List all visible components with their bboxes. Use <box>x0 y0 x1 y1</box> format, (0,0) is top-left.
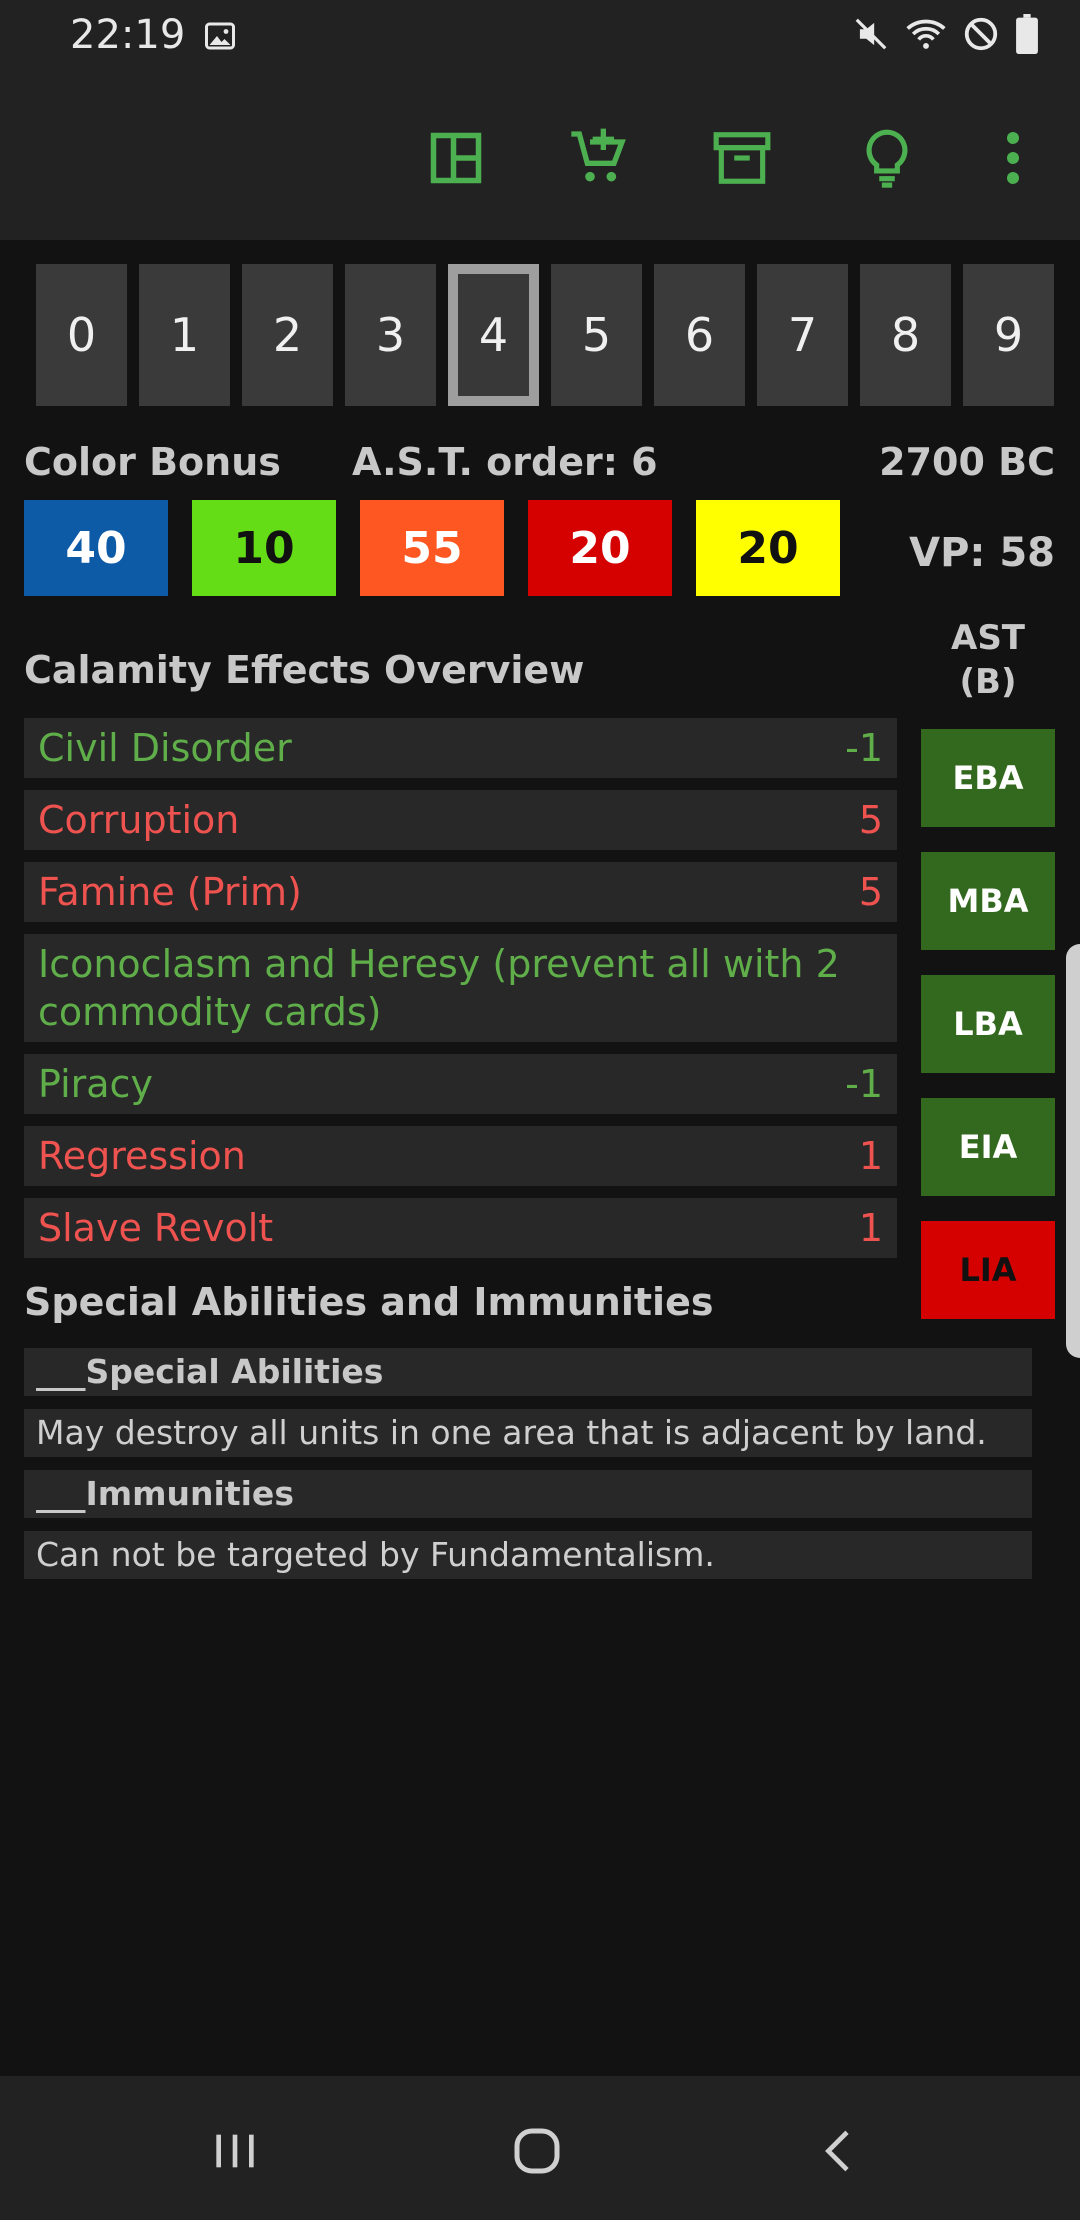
color-bonus-red: 20 <box>528 500 672 596</box>
ast-eba-button[interactable]: EBA <box>921 729 1055 827</box>
ast-eia-button[interactable]: EIA <box>921 1098 1055 1196</box>
do-not-disturb-icon <box>962 15 1000 57</box>
ast-lia-button[interactable]: LIA <box>921 1221 1055 1319</box>
recents-icon[interactable] <box>190 2116 280 2186</box>
calamity-row: Regression 1 <box>24 1126 897 1186</box>
lightbulb-icon[interactable] <box>851 122 923 194</box>
add-cart-icon[interactable] <box>562 122 634 194</box>
status-time: 22:19 <box>70 12 186 58</box>
color-bonus-green: 10 <box>192 500 336 596</box>
color-bonus-orange: 55 <box>360 500 504 596</box>
digit-button-0[interactable]: 0 <box>36 264 127 406</box>
vp-label: VP: 58 <box>909 530 1055 576</box>
date-label: 2700 BC <box>879 440 1055 484</box>
calamity-name: Slave Revolt <box>38 1206 274 1250</box>
calamity-name: Civil Disorder <box>38 726 292 770</box>
calamity-list: Civil Disorder -1 Corruption 5 Famine (Pri… <box>24 718 897 1270</box>
calamity-name: Famine (Prim) <box>38 870 302 914</box>
calamity-row: Corruption 5 <box>24 790 897 850</box>
digit-button-9[interactable]: 9 <box>963 264 1054 406</box>
digit-button-1[interactable]: 1 <box>139 264 230 406</box>
ast-order-label: A.S.T. order: 6 <box>352 440 658 484</box>
special-abilities-header: ___Special Abilities <box>24 1348 1032 1396</box>
calamity-value: 1 <box>858 1134 883 1178</box>
special-abilities-text: May destroy all units in one area that i… <box>24 1409 1032 1457</box>
ast-header: AST (B) <box>951 618 1025 702</box>
calamity-value: -1 <box>845 1062 883 1106</box>
ast-column: EBA MBA LBA EIA LIA <box>921 729 1055 1319</box>
color-bonus-row: 40 10 55 20 20 <box>24 500 840 596</box>
layout-icon[interactable] <box>420 122 492 194</box>
gallery-notification-icon <box>202 18 238 58</box>
calamity-value: -1 <box>845 726 883 770</box>
calamity-value: 5 <box>858 798 883 842</box>
digit-button-6[interactable]: 6 <box>654 264 745 406</box>
immunities-header: ___Immunities <box>24 1470 1032 1518</box>
calamity-value: 1 <box>858 1206 883 1250</box>
scroll-handle[interactable] <box>1066 944 1080 1358</box>
wifi-icon <box>904 15 948 57</box>
app-bar <box>0 72 1080 240</box>
calamity-row: Famine (Prim) 5 <box>24 862 897 922</box>
battery-icon <box>1014 14 1040 58</box>
immunities-text: Can not be targeted by Fundamentalism. <box>24 1531 1032 1579</box>
color-bonus-blue: 40 <box>24 500 168 596</box>
calamity-row: Slave Revolt 1 <box>24 1198 897 1258</box>
calamity-name: Piracy <box>38 1062 153 1106</box>
ast-mba-button[interactable]: MBA <box>921 852 1055 950</box>
digit-selector: 0 1 2 3 4 5 6 7 8 9 <box>36 264 1054 406</box>
special-abilities-title: Special Abilities and Immunities <box>24 1280 714 1324</box>
back-icon[interactable] <box>795 2116 885 2186</box>
digit-button-2[interactable]: 2 <box>242 264 333 406</box>
calamity-title: Calamity Effects Overview <box>24 648 585 692</box>
digit-button-8[interactable]: 8 <box>860 264 951 406</box>
calamity-row: Piracy -1 <box>24 1054 897 1114</box>
mute-icon <box>852 15 890 57</box>
calamity-row: Iconoclasm and Heresy (prevent all with … <box>24 934 897 1042</box>
calamity-name: Regression <box>38 1134 246 1178</box>
digit-button-4[interactable]: 4 <box>448 264 539 406</box>
calamity-name: Iconoclasm and Heresy (prevent all with … <box>38 942 840 1034</box>
digit-button-5[interactable]: 5 <box>551 264 642 406</box>
color-bonus-label: Color Bonus <box>24 440 281 484</box>
color-bonus-yellow: 20 <box>696 500 840 596</box>
digit-button-7[interactable]: 7 <box>757 264 848 406</box>
calamity-row: Civil Disorder -1 <box>24 718 897 778</box>
digit-button-3[interactable]: 3 <box>345 264 436 406</box>
navigation-bar <box>0 2076 1080 2220</box>
home-icon[interactable] <box>492 2116 582 2186</box>
calamity-value: 5 <box>858 870 883 914</box>
status-icons <box>852 14 1040 58</box>
more-vert-icon[interactable] <box>977 122 1049 194</box>
archive-icon[interactable] <box>706 122 778 194</box>
ast-lba-button[interactable]: LBA <box>921 975 1055 1073</box>
calamity-name: Corruption <box>38 798 240 842</box>
status-bar: 22:19 <box>0 0 1080 72</box>
